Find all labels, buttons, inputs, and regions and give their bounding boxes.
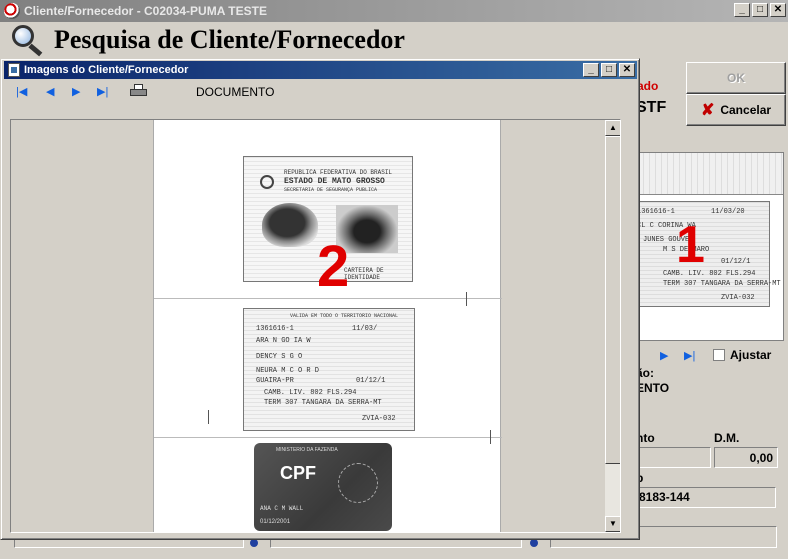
dm-field[interactable]: 0,00 — [714, 447, 778, 468]
lookup-icon[interactable] — [530, 539, 538, 547]
document-type-label: DOCUMENTO — [196, 85, 275, 99]
prev-image-button[interactable]: ◀ — [46, 85, 54, 98]
ok-button[interactable]: OK — [686, 62, 786, 94]
id-back-text: 11/03/ — [352, 325, 378, 333]
image-viewer[interactable]: REPUBLICA FEDERATIVA DO BRASIL ESTADO DE… — [10, 119, 621, 533]
thumbnail-card-top — [638, 153, 783, 195]
coat-of-arms-icon — [260, 175, 274, 189]
first-image-button[interactable]: |◀ — [16, 85, 27, 98]
document-icon — [8, 63, 20, 77]
image-page-number: 2 — [317, 234, 350, 299]
id-card-text: ESTADO DE MATO GROSSO — [284, 177, 385, 186]
blank-field[interactable] — [636, 447, 711, 468]
window-title: Cliente/Fornecedor - C02034-PUMA TESTE — [24, 4, 267, 18]
images-window: Imagens do Cliente/Fornecedor _ □ ✕ |◀ ◀… — [0, 58, 640, 540]
thumbnail-page-number: 1 — [676, 216, 705, 274]
id-back-text: NEURA M C O R D — [256, 367, 320, 375]
thumb-last-button[interactable]: ▶| — [684, 349, 695, 362]
cpf-ministry-text: MINISTERIO DA FAZENDA — [276, 447, 338, 453]
id-back-text: GUAIRA-PR — [256, 377, 294, 385]
images-close-button[interactable]: ✕ — [619, 63, 635, 77]
id-back-text: ARA N GO IA W — [256, 337, 311, 345]
minimize-button[interactable]: _ — [734, 3, 750, 17]
page-header: Pesquisa de Cliente/Fornecedor — [0, 22, 788, 58]
app-icon — [4, 3, 20, 19]
adjust-checkbox[interactable] — [713, 349, 725, 361]
thumb-line: 01/12/1 — [721, 258, 751, 266]
scan-mark — [490, 430, 491, 444]
magnifier-icon — [8, 23, 48, 57]
window-controls: _ □ ✕ — [734, 3, 786, 17]
id-back-text: ZVIA-032 — [362, 415, 396, 423]
thumb-line: TERM 307 TANGARA DA SERRA-MT — [663, 280, 781, 288]
thumb-line: 1361616-1 — [637, 208, 675, 216]
main-title-bar: Cliente/Fornecedor - C02034-PUMA TESTE _… — [0, 0, 788, 22]
thumb-next-button[interactable]: ▶ — [660, 349, 668, 362]
scan-mark — [466, 292, 467, 306]
client-name-partial: STF — [636, 99, 667, 116]
fold-line — [154, 298, 502, 299]
next-image-button[interactable]: ▶ — [72, 85, 80, 98]
document-type-partial: ENTO — [636, 381, 670, 395]
cpf-card: MINISTERIO DA FAZENDA CPF ANA C M WALL 0… — [254, 443, 392, 531]
thumb-line: 11/03/20 — [711, 208, 745, 216]
id-card-text: REPUBLICA FEDERATIVA DO BRASIL — [284, 169, 393, 176]
id-back-text: CAMB. LIV. 802 FLS.294 — [264, 389, 357, 397]
last-image-button[interactable]: ▶| — [97, 85, 108, 98]
maximize-button[interactable]: □ — [752, 3, 768, 17]
scroll-thumb[interactable] — [605, 136, 620, 464]
id-back-text: DENCY S G O — [256, 353, 303, 361]
id-card-back: VALIDA EM TODO O TERRITORIO NACIONAL 136… — [243, 308, 415, 431]
thumb-line: ZVIA-032 — [721, 294, 755, 302]
id-card-text: SECRETARIA DE SEGURANÇA PUBLICA — [284, 187, 378, 193]
scan-mark — [208, 410, 209, 424]
vertical-scrollbar[interactable]: ▲ ▼ — [604, 120, 620, 532]
dm-label: D.M. — [714, 431, 740, 445]
scroll-up-button[interactable]: ▲ — [605, 120, 620, 136]
images-maximize-button[interactable]: □ — [601, 63, 617, 77]
id-back-text: TERM 307 TANGARA DA SERRA-MT — [264, 399, 382, 407]
cancel-label: Cancelar — [720, 103, 772, 117]
scanned-page: REPUBLICA FEDERATIVA DO BRASIL ESTADO DE… — [153, 120, 502, 532]
scroll-down-button[interactable]: ▼ — [605, 516, 620, 532]
images-window-title: Imagens do Cliente/Fornecedor — [24, 64, 189, 76]
fold-line — [154, 437, 502, 438]
close-button[interactable]: ✕ — [770, 3, 786, 17]
cpf-label: CPF — [280, 463, 316, 483]
lookup-icon[interactable] — [250, 539, 258, 547]
images-toolbar: |◀ ◀ ▶ ▶| DOCUMENTO — [4, 81, 637, 103]
images-window-title-bar: Imagens do Cliente/Fornecedor _ □ ✕ — [4, 61, 637, 79]
status-text: ado — [637, 79, 659, 93]
id-back-text: 01/12/1 — [356, 377, 386, 385]
printer-icon[interactable] — [130, 84, 147, 98]
cpf-name-text: ANA C M WALL — [260, 505, 304, 512]
page-title: Pesquisa de Cliente/Fornecedor — [54, 25, 405, 54]
images-minimize-button[interactable]: _ — [583, 63, 599, 77]
adjust-label: Ajustar — [730, 348, 772, 362]
cep-field[interactable]: 8183-144 — [636, 487, 776, 508]
cancel-x-icon: ✘ — [700, 102, 715, 119]
id-card-text: CARTEIRA DE IDENTIDADE — [344, 267, 384, 281]
cpf-date-text: 01/12/2001 — [260, 519, 291, 525]
id-back-text: VALIDA EM TODO O TERRITORIO NACIONAL — [290, 313, 399, 319]
id-photo — [262, 203, 318, 247]
cpf-emblem-icon — [338, 463, 378, 503]
images-window-controls: _ □ ✕ — [583, 63, 635, 77]
cancel-button[interactable]: ✘ Cancelar — [686, 94, 786, 126]
document-thumbnail[interactable]: 1361616-1 11/03/20 CL C CORINA WA JUNES … — [637, 152, 784, 341]
id-back-text: 1361616-1 — [256, 325, 294, 333]
